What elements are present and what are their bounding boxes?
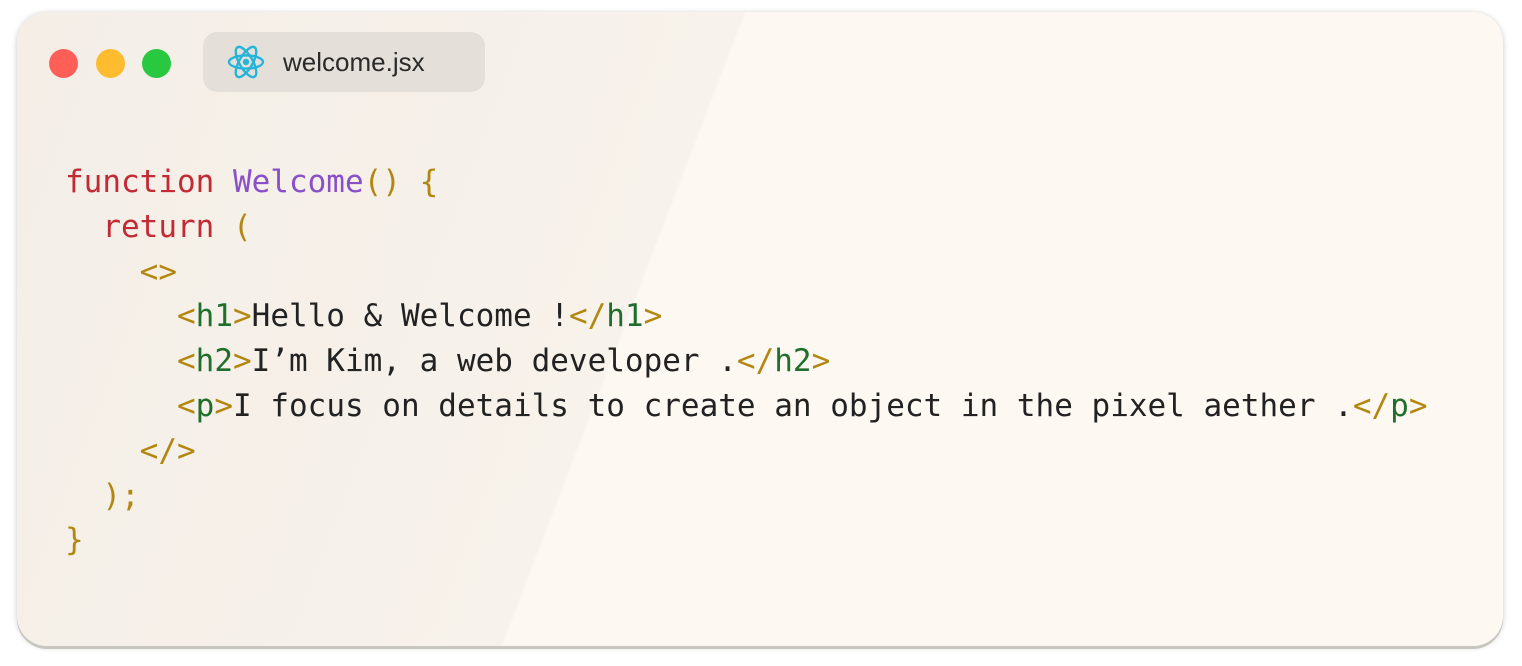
title-bar: welcome.jsx [17, 12, 1503, 112]
code-line-5: <h2>I’m Kim, a web developer .</h2> [65, 339, 1428, 384]
tag-name: h1 [195, 298, 233, 335]
punctuation: () { [363, 164, 439, 200]
tag-bracket: > [232, 343, 252, 380]
tag-name: p [1390, 387, 1409, 424]
tab-welcome-jsx[interactable]: welcome.jsx [203, 32, 485, 92]
function-name: Welcome [232, 164, 364, 200]
react-icon [227, 44, 265, 80]
code-editor[interactable]: function Welcome() { return ( <> <h1>Hel… [65, 160, 1428, 563]
tag-bracket: </ [568, 298, 607, 335]
tag-bracket: > [643, 298, 663, 335]
tag-bracket: > [1408, 387, 1428, 424]
fragment-open: <> [139, 253, 177, 290]
punctuation: } [65, 522, 84, 559]
code-line-7: </> [65, 429, 1428, 474]
fragment-close: </> [139, 432, 196, 469]
jsx-text: I’m Kim, a web developer . [251, 343, 737, 380]
tag-name: p [195, 387, 215, 424]
code-line-8: ); [65, 474, 1428, 519]
code-line-1: function Welcome() { [65, 160, 1428, 205]
tag-name: h2 [774, 343, 812, 380]
tab-label: welcome.jsx [283, 47, 425, 77]
keyword-return: return [102, 208, 215, 245]
tag-name: h2 [195, 343, 233, 380]
tag-bracket: > [232, 298, 252, 335]
code-line-9: } [65, 518, 1428, 563]
tag-bracket: </ [1352, 387, 1391, 424]
code-line-6: <p>I focus on details to create an objec… [65, 384, 1428, 429]
tag-bracket: </ [736, 343, 775, 380]
code-line-3: <> [65, 250, 1428, 295]
tag-bracket: < [176, 387, 196, 424]
tag-bracket: > [214, 387, 233, 424]
punctuation: ( [232, 208, 252, 245]
jsx-text: I focus on details to create an object i… [233, 387, 1353, 424]
tag-bracket: > [811, 343, 831, 380]
tag-name: h1 [606, 298, 644, 335]
keyword-function: function [65, 164, 215, 200]
code-line-2: return ( [65, 205, 1428, 250]
punctuation: ); [102, 477, 140, 514]
tag-bracket: < [176, 298, 196, 335]
editor-window: welcome.jsx function Welcome() { return … [17, 12, 1503, 646]
minimize-button[interactable] [96, 49, 125, 78]
code-line-4: <h1>Hello & Welcome !</h1> [65, 294, 1428, 339]
zoom-button[interactable] [142, 49, 171, 78]
jsx-text: Hello & Welcome ! [251, 298, 569, 335]
tag-bracket: < [176, 343, 196, 380]
close-button[interactable] [49, 49, 78, 78]
